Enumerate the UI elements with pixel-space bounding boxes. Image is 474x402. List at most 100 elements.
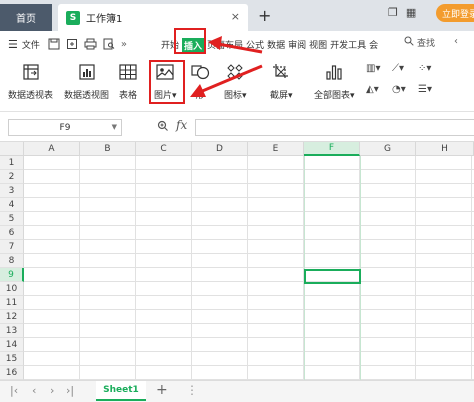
row-header-10[interactable]: 10 [0,282,24,296]
column-header-h[interactable]: H [416,142,474,156]
tab-review[interactable]: 审阅 [288,38,306,53]
document-title: 工作簿1 [86,14,123,25]
insert-ribbon: 数据透视表 数据透视图 表格 图片▾ 形 图标▾ 截屏▾ 全部图表▾ ▥▾ ⟋▾… [0,57,474,112]
row-header-2[interactable]: 2 [0,170,24,184]
tab-page-layout[interactable]: 页面布局 [207,38,243,53]
all-charts-button[interactable]: 全部图表▾ [314,61,355,101]
cell-area[interactable] [24,156,474,380]
row-header-7[interactable]: 7 [0,240,24,254]
row-header-6[interactable]: 6 [0,226,24,240]
chevron-down-icon[interactable]: ▼ [112,123,117,131]
column-header-g[interactable]: G [360,142,416,156]
title-bar: 首页 S 工作簿1 × + ❐ ▦ 立即登录 [0,0,474,31]
restore-layout-icon[interactable]: ❐ [388,6,398,19]
zoom-icon[interactable] [157,120,169,135]
chart-type-buttons: ▥▾ ⟋▾ ⁘▾ ◭▾ ◔▾ ☰▾ [366,63,444,95]
first-sheet-icon[interactable]: |‹ [10,384,18,397]
pivot-chart-button[interactable]: 数据透视图 [64,61,109,101]
search-icon [404,36,414,49]
icon-library-icon [225,61,245,83]
table-label: 表格 [118,91,137,101]
row-header-9[interactable]: 9 [0,268,24,282]
quick-access-toolbar [48,38,115,50]
all-charts-label: 全部图表▾ [314,91,355,101]
grid-view-icon[interactable]: ▦ [406,6,416,19]
row-header-15[interactable]: 15 [0,352,24,366]
scatter-chart-icon[interactable]: ⁘▾ [418,63,444,74]
tab-developer[interactable]: 开发工具 [330,38,366,53]
bar-chart-icon[interactable]: ☰▾ [418,84,444,95]
search-label: 查找 [417,39,436,49]
close-tab-icon[interactable]: × [231,10,240,23]
line-chart-icon[interactable]: ⟋▾ [392,63,418,74]
pie-chart-icon[interactable]: ◔▾ [392,84,418,95]
formula-input[interactable] [195,119,474,136]
row-header-3[interactable]: 3 [0,184,24,198]
table-button[interactable]: 表格 [118,61,138,101]
formula-bar: F9 ▼ fx [0,112,474,142]
select-all-corner[interactable] [0,142,24,156]
screenshot-label: 截屏▾ [270,91,293,101]
row-header-5[interactable]: 5 [0,212,24,226]
column-header-b[interactable]: B [80,142,136,156]
shape-button[interactable]: 形 [190,61,210,101]
pivot-table-icon [21,61,41,83]
tab-formulas[interactable]: 公式 [246,38,264,53]
add-sheet-button[interactable]: + [156,382,168,398]
screenshot-icon [271,61,291,83]
sheet-bar-divider: ⋮ [186,383,198,397]
insert-tab-highlight [174,28,206,54]
print-icon[interactable] [84,38,97,50]
row-header-16[interactable]: 16 [0,366,24,380]
row-header-4[interactable]: 4 [0,198,24,212]
login-button[interactable]: 立即登录 [436,4,474,22]
icon-library-button[interactable]: 图标▾ [224,61,247,101]
function-icon[interactable]: fx [176,118,187,132]
column-header-c[interactable]: C [136,142,192,156]
save-icon[interactable] [48,38,60,50]
spreadsheet-grid[interactable]: ABCDEFGH 1 2 3 4 5 6 7 8 9 10 11 12 13 14 15 16 [0,142,474,380]
column-header-a[interactable]: A [24,142,80,156]
prev-sheet-icon[interactable]: ‹ [32,384,36,397]
export-icon[interactable] [66,38,78,50]
column-chart-icon[interactable]: ▥▾ [366,63,392,74]
menu-icon[interactable]: ☰ [8,38,18,51]
cell-reference: F9 [59,122,71,133]
row-header-11[interactable]: 11 [0,296,24,310]
pivot-chart-label: 数据透视图 [64,91,110,101]
new-tab-button[interactable]: + [258,6,271,25]
more-commands-icon[interactable]: » [121,39,127,50]
active-cell[interactable] [304,269,361,284]
tab-data[interactable]: 数据 [267,38,285,53]
screenshot-button[interactable]: 截屏▾ [270,61,293,101]
pivot-chart-icon [77,61,97,83]
row-header-12[interactable]: 12 [0,310,24,324]
table-icon [118,61,138,83]
home-tab[interactable]: 首页 [0,4,52,31]
window-controls: ❐ ▦ [388,6,416,19]
column-header-d[interactable]: D [192,142,248,156]
column-header-e[interactable]: E [248,142,304,156]
scroll-tabs-icon[interactable]: ‹ [454,36,458,47]
pivot-table-label: 数据透视表 [8,91,54,101]
shape-label: 形 [195,91,205,101]
pivot-table-button[interactable]: 数据透视表 [8,61,53,101]
search-box[interactable]: 查找 [404,36,435,49]
selected-column-shade [304,156,361,380]
column-header-f[interactable]: F [304,142,360,156]
sheet-tab-sheet1[interactable]: Sheet1 [96,381,146,401]
file-menu[interactable]: 文件 [22,38,40,51]
document-tab[interactable]: S 工作簿1 × [58,4,248,31]
row-header-14[interactable]: 14 [0,338,24,352]
area-chart-icon[interactable]: ◭▾ [366,84,392,95]
tab-member[interactable]: 会 [369,38,378,53]
shape-icon [190,61,210,83]
name-box[interactable]: F9 ▼ [8,119,122,136]
row-header-1[interactable]: 1 [0,156,24,170]
row-header-8[interactable]: 8 [0,254,24,268]
row-header-13[interactable]: 13 [0,324,24,338]
next-sheet-icon[interactable]: › [50,384,54,397]
tab-view[interactable]: 视图 [309,38,327,53]
print-preview-icon[interactable] [103,38,115,50]
last-sheet-icon[interactable]: ›| [66,384,74,397]
